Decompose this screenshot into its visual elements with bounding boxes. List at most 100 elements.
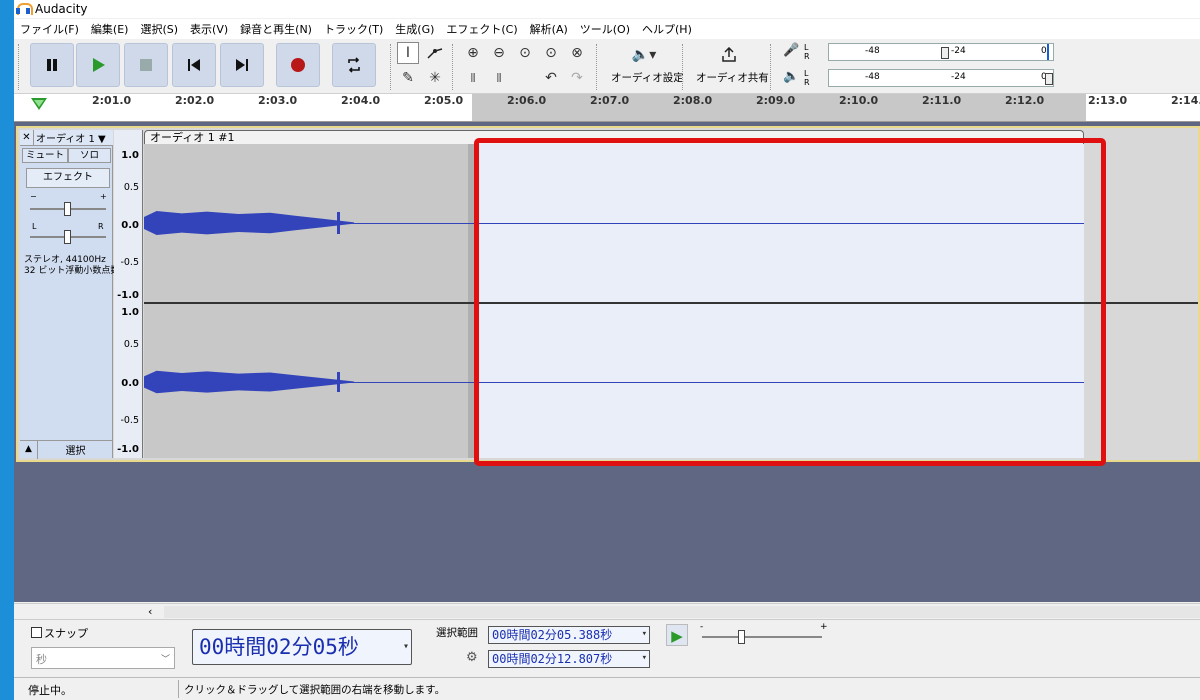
track-name-menu[interactable]: オーディオ 1 ▼ <box>34 130 106 145</box>
scroll-left-icon[interactable]: ‹ <box>148 605 152 618</box>
share-audio-label[interactable]: オーディオ共有 <box>696 70 769 85</box>
collapse-track-icon[interactable]: ▲ <box>20 440 38 459</box>
menu-tools[interactable]: ツール(O) <box>574 21 636 37</box>
toolbar-grip[interactable] <box>682 44 685 90</box>
track-name-bar: ✕ オーディオ 1 ▼ <box>20 129 113 146</box>
meter-marker <box>1045 73 1053 85</box>
zoom-toggle-button[interactable]: ⊗ <box>566 42 588 64</box>
play-at-speed-icon[interactable] <box>31 98 47 110</box>
meter-tick: 0 <box>1041 46 1047 56</box>
toolbar-grip[interactable] <box>18 44 21 90</box>
play-at-speed-button[interactable]: ▶ <box>666 624 688 646</box>
skip-to-start-button[interactable] <box>172 43 216 87</box>
mute-button[interactable]: ミュート <box>22 148 68 163</box>
dropdown-arrow-icon[interactable]: ▾ <box>403 630 409 664</box>
record-meter[interactable]: -48 -24 0 <box>828 43 1054 61</box>
playback-meter[interactable]: -48 -24 0 <box>828 69 1054 87</box>
scroll-track[interactable] <box>164 606 1200 618</box>
pause-button[interactable] <box>30 43 74 87</box>
loop-icon <box>348 57 360 73</box>
stop-button[interactable] <box>124 43 168 87</box>
scale-label: 1.0 <box>121 150 139 161</box>
zoom-in-button[interactable]: ⊕ <box>462 42 484 64</box>
toolbar-grip[interactable] <box>596 44 599 90</box>
audio-setup-button[interactable]: 🔈▾ <box>624 44 664 66</box>
envelope-tool-button[interactable] <box>424 42 446 64</box>
snap-unit-select[interactable]: 秒 ﹀ <box>31 647 175 669</box>
snap-checkbox[interactable] <box>31 627 42 638</box>
toolbar-grip[interactable] <box>770 44 773 90</box>
selection-end-field[interactable]: 00時間02分12.807秒 ▾ <box>488 650 650 668</box>
selection-toolbar: スナップ 秒 ﹀ 00時間02分05秒 ▾ 選択範囲 ⚙ 00時間02分05.3… <box>14 619 1200 677</box>
dropdown-arrow-icon[interactable]: ▾ <box>642 650 647 666</box>
pan-slider[interactable] <box>30 230 106 244</box>
scale-label: 0.0 <box>121 220 139 231</box>
menu-transport[interactable]: 録音と再生(N) <box>234 21 318 37</box>
track-sample-info: 32 ビット浮動小数点数 <box>24 266 120 276</box>
draw-tool-button[interactable]: ✎ <box>397 67 419 89</box>
scale-label: -0.5 <box>120 257 139 268</box>
waveform-transient <box>337 212 340 234</box>
selection-tool-button[interactable]: I <box>397 42 419 64</box>
menu-view[interactable]: 表示(V) <box>184 21 234 37</box>
menu-bar: ファイル(F) 編集(E) 選択(S) 表示(V) 録音と再生(N) トラック(… <box>14 19 1200 39</box>
speed-slider-knob[interactable] <box>738 630 745 644</box>
microphone-icon[interactable]: 🎤 <box>783 43 799 58</box>
zoom-out-button[interactable]: ⊖ <box>488 42 510 64</box>
play-button[interactable] <box>76 43 120 87</box>
audio-setup-label[interactable]: オーディオ設定 <box>611 70 684 85</box>
redo-button[interactable]: ↷ <box>566 67 588 89</box>
record-button[interactable] <box>276 43 320 87</box>
silence-button[interactable]: ⫼ <box>488 67 510 89</box>
selection-range-label: 選択範囲 <box>436 627 478 639</box>
selection-start-field[interactable]: 00時間02分05.388秒 ▾ <box>488 626 650 644</box>
effects-button[interactable]: エフェクト <box>26 168 110 188</box>
snap-label[interactable]: スナップ <box>44 625 88 641</box>
toolbar-grip[interactable] <box>390 44 393 90</box>
select-track-button[interactable]: 選択 <box>38 442 113 457</box>
scale-label: 1.0 <box>121 307 139 318</box>
playback-speed-slider[interactable]: - + <box>698 622 828 646</box>
menu-analyze[interactable]: 解析(A) <box>524 21 574 37</box>
trim-icon: ⫼ <box>470 72 476 84</box>
menu-effect[interactable]: エフェクト(C) <box>440 21 523 37</box>
ruler-tick: 2:05.0 <box>424 94 464 107</box>
vertical-ruler[interactable]: 1.0 0.5 0.0 -0.5 -1.0 1.0 0.5 0.0 -0.5 -… <box>114 130 143 458</box>
meter-tick: -48 <box>865 72 880 82</box>
share-audio-button[interactable] <box>718 44 740 66</box>
loop-button[interactable] <box>332 43 376 87</box>
menu-help[interactable]: ヘルプ(H) <box>636 21 698 37</box>
skip-to-end-button[interactable] <box>220 43 264 87</box>
timeline-ruler[interactable]: 2:01.0 2:02.0 2:03.0 2:04.0 2:05.0 2:06.… <box>14 94 1200 122</box>
asterisk-icon: ✳ <box>429 70 441 86</box>
status-hint: クリック＆ドラッグして選択範囲の右端を移動します。 <box>184 684 446 696</box>
ruler-tick: 2:13.0 <box>1088 94 1128 107</box>
pencil-icon: ✎ <box>402 70 414 86</box>
horizontal-scrollbar[interactable]: ‹ <box>14 603 1200 619</box>
gear-icon[interactable]: ⚙ <box>466 650 478 665</box>
dropdown-arrow-icon[interactable]: ▾ <box>642 626 647 642</box>
menu-file[interactable]: ファイル(F) <box>14 21 85 37</box>
undo-button[interactable]: ↶ <box>540 67 562 89</box>
time-display[interactable]: 00時間02分05秒 ▾ <box>192 629 412 665</box>
meter-peak-line <box>1047 44 1049 60</box>
menu-tracks[interactable]: トラック(T) <box>318 21 389 37</box>
pause-icon <box>47 59 57 71</box>
trim-button[interactable]: ⫼ <box>462 67 484 89</box>
fit-selection-button[interactable]: ⊙ <box>514 42 536 64</box>
menu-edit[interactable]: 編集(E) <box>85 21 135 37</box>
speed-slider-track[interactable] <box>702 636 822 638</box>
meter-tick: -24 <box>951 72 966 82</box>
solo-button[interactable]: ソロ <box>68 148 111 163</box>
multi-tool-button[interactable]: ✳ <box>424 67 446 89</box>
desktop-edge <box>0 0 14 700</box>
pan-slider-knob[interactable] <box>64 230 71 244</box>
gain-slider-knob[interactable] <box>64 202 71 216</box>
close-track-icon[interactable]: ✕ <box>20 129 34 146</box>
menu-generate[interactable]: 生成(G) <box>389 21 440 37</box>
toolbar-grip[interactable] <box>452 44 455 90</box>
speaker-output-icon[interactable]: 🔈 <box>783 69 799 84</box>
menu-select[interactable]: 選択(S) <box>134 21 184 37</box>
gain-slider[interactable] <box>30 202 106 216</box>
fit-project-button[interactable]: ⊙ <box>540 42 562 64</box>
